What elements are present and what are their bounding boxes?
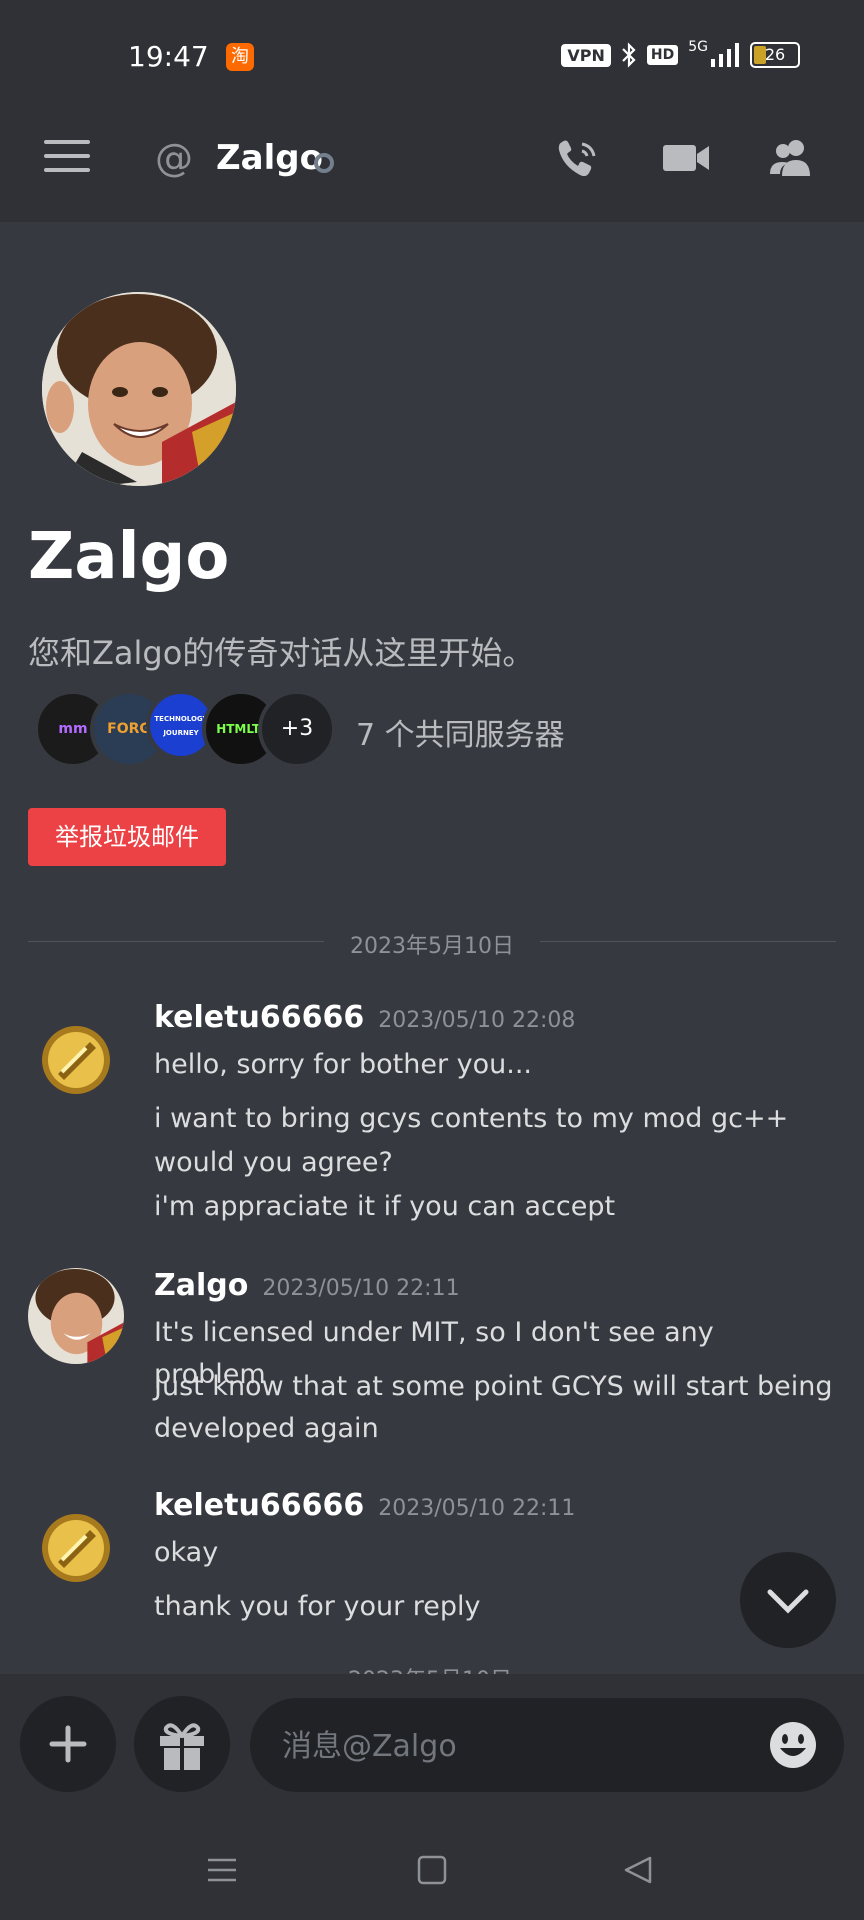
server-label: TECHNOLOGY JOURNEY xyxy=(154,715,208,737)
hd-icon: HD xyxy=(646,45,679,65)
add-attachment-button[interactable] xyxy=(20,1696,116,1792)
date-divider-label: 2023年5月10日 xyxy=(334,934,530,959)
vpn-icon: VPN xyxy=(561,43,611,67)
phone-call-icon[interactable] xyxy=(554,136,604,180)
intro-username: Zalgo xyxy=(28,520,230,594)
message-timestamp: 2023/05/10 22:08 xyxy=(378,1008,576,1033)
message-text: thank you for your reply xyxy=(154,1591,481,1622)
partial-date-divider: 2023年5月10日 xyxy=(348,1662,518,1674)
server-label: FORG xyxy=(107,721,151,737)
message-text: developed again xyxy=(154,1413,379,1444)
bluetooth-icon xyxy=(622,42,636,68)
video-call-icon[interactable] xyxy=(661,136,711,180)
message-text: i want to bring gcys contents to my mod … xyxy=(154,1103,789,1134)
profile-avatar[interactable] xyxy=(42,292,236,486)
menu-icon[interactable] xyxy=(44,140,90,174)
at-sign-icon: @ xyxy=(155,136,193,180)
gift-nitro-button[interactable] xyxy=(134,1696,230,1792)
channel-header: @ Zalgo xyxy=(0,108,864,208)
message-input[interactable] xyxy=(280,1698,744,1794)
signal-icon xyxy=(711,43,739,67)
date-divider: 2023年5月10日 xyxy=(28,928,836,959)
mutual-servers[interactable]: mm FORG TECHNOLOGY JOURNEY HTMLTs +3 xyxy=(34,690,344,768)
chevron-down-icon xyxy=(767,1589,809,1614)
taobao-notification-icon: 淘 xyxy=(226,43,254,71)
gift-icon xyxy=(160,1723,204,1770)
message-text: hello, sorry for bother you... xyxy=(154,1049,532,1080)
battery-level: 26 xyxy=(764,45,786,64)
battery-icon: 26 xyxy=(750,42,800,68)
message-input-container[interactable] xyxy=(250,1698,844,1794)
status-time: 19:47 xyxy=(128,40,209,73)
system-nav-bar xyxy=(0,1816,864,1920)
plus-icon xyxy=(49,1725,87,1763)
emoji-icon[interactable] xyxy=(768,1720,818,1770)
message-timestamp: 2023/05/10 22:11 xyxy=(378,1496,576,1521)
message-author[interactable]: Zalgo xyxy=(154,1268,248,1303)
user-avatar[interactable] xyxy=(28,1268,124,1364)
mutual-servers-text[interactable]: 7 个共同服务器 xyxy=(356,710,565,754)
more-servers-count[interactable]: +3 xyxy=(258,690,336,768)
offline-status-icon xyxy=(314,153,334,173)
message-composer xyxy=(0,1674,864,1816)
menu-nav-icon[interactable] xyxy=(204,1852,240,1888)
report-spam-button[interactable]: 举报垃圾邮件 xyxy=(28,808,226,866)
members-icon[interactable] xyxy=(766,136,816,180)
back-nav-icon[interactable] xyxy=(620,1852,656,1888)
message-text: Just know that at some point GCYS will s… xyxy=(154,1371,833,1402)
message-timestamp: 2023/05/10 22:11 xyxy=(262,1276,460,1301)
status-icons: VPN HD 5G 26 xyxy=(561,39,800,68)
message-author[interactable]: keletu66666 xyxy=(154,1000,364,1035)
dm-title: Zalgo xyxy=(216,138,323,178)
message-author[interactable]: keletu66666 xyxy=(154,1488,364,1523)
intro-subtitle: 您和Zalgo的传奇对话从这里开始。 xyxy=(28,634,535,672)
message-text: i'm appraciate it if you can accept xyxy=(154,1191,616,1222)
home-nav-icon[interactable] xyxy=(414,1852,450,1888)
network-label: 5G xyxy=(688,39,708,55)
user-avatar[interactable] xyxy=(28,1012,124,1108)
scroll-to-bottom-button[interactable] xyxy=(740,1552,836,1648)
top-bar: 19:47 淘 VPN HD 5G 26 @ Zalgo xyxy=(0,0,864,222)
server-label: mm xyxy=(58,721,88,737)
user-avatar[interactable] xyxy=(28,1500,124,1596)
message-text: okay xyxy=(154,1537,219,1568)
message-text: would you agree? xyxy=(154,1147,393,1178)
